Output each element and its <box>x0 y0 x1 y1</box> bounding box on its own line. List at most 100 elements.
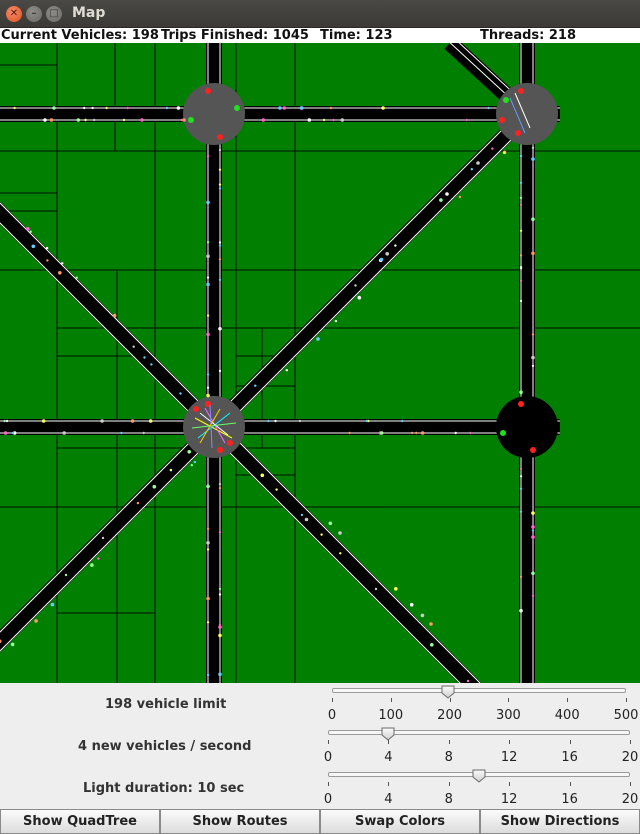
vehicle-dot <box>379 431 384 435</box>
vehicle-dot <box>267 419 270 423</box>
vehicle-dot <box>3 431 8 435</box>
vehicle-dot <box>52 106 56 110</box>
vehicle-limit-tick-label: 200 <box>437 708 463 723</box>
controls-panel: 198 vehicle limit 0 100 200 300 400 500 4 new… <box>0 683 640 809</box>
vehicle-dot <box>50 602 55 607</box>
show-routes-button[interactable]: Show Routes <box>160 809 320 834</box>
vehicle-limit-tick <box>508 698 510 702</box>
vehicle-dot <box>304 517 309 522</box>
vehicle-dot <box>282 106 287 110</box>
close-icon[interactable]: ✕ <box>6 6 22 22</box>
vehicle-dot <box>29 230 32 233</box>
vehicle-dot <box>491 147 494 150</box>
vehicle-dot <box>531 157 535 161</box>
vehicle-dot <box>334 319 338 323</box>
vehicle-dot <box>519 229 523 232</box>
roads <box>0 43 560 683</box>
light-duration-tick-label: 12 <box>500 792 518 807</box>
spawn-rate-tick <box>630 740 631 744</box>
intersection-center-left[interactable] <box>183 396 245 458</box>
vehicle-dot <box>11 431 15 435</box>
vehicle-dot <box>218 672 222 677</box>
vehicle-dot <box>206 241 210 244</box>
spawn-rate-slider-thumb[interactable] <box>381 726 395 741</box>
vehicle-dot <box>519 575 523 579</box>
vehicle-dot <box>218 633 222 638</box>
vehicle-dot <box>476 161 480 165</box>
vehicle-dot <box>112 313 117 318</box>
vehicle-dot <box>503 151 506 154</box>
vehicle-dot <box>307 118 312 122</box>
window-title: Map <box>72 5 106 21</box>
spawn-rate-tick <box>328 740 329 744</box>
vehicle-dot <box>206 393 210 398</box>
vehicle-dot <box>206 596 210 601</box>
vehicle-dot <box>531 525 535 529</box>
vehicle-dot <box>531 364 535 368</box>
vehicle-dot <box>519 196 523 200</box>
vehicle-dot <box>519 254 523 257</box>
vehicle-limit-slider-thumb[interactable] <box>441 684 455 699</box>
vehicle-dot <box>339 552 342 555</box>
intersection-top-left[interactable] <box>183 83 245 145</box>
vehicle-dot <box>531 594 535 597</box>
vehicle-dot <box>143 356 146 359</box>
vehicle-limit-tick <box>449 698 451 702</box>
intersection-top-right[interactable] <box>496 83 558 145</box>
window-titlebar: ✕ – □ Map <box>0 0 640 28</box>
light-duration-tick <box>509 782 511 786</box>
light-duration-tick-label: 8 <box>444 792 453 807</box>
vehicle-dot <box>218 148 222 152</box>
light-duration-tick <box>569 782 571 786</box>
vehicle-dot <box>379 257 384 262</box>
vehicle-dot <box>409 602 414 607</box>
vehicle-dot <box>105 106 108 110</box>
vehicle-dot <box>470 168 473 171</box>
vehicle-limit-tick <box>332 698 333 702</box>
button-bar: Show QuadTree Show Routes Swap Colors Sh… <box>0 809 640 834</box>
spawn-rate-slider[interactable] <box>328 730 630 735</box>
vehicle-dot <box>519 154 523 158</box>
vehicle-dot <box>5 419 9 423</box>
vehicle-dot <box>410 431 414 435</box>
light-duration-slider-thumb[interactable] <box>472 768 486 783</box>
vehicle-dot <box>206 155 210 158</box>
vehicle-dot <box>320 533 323 536</box>
swap-colors-button[interactable]: Swap Colors <box>320 809 480 834</box>
vehicle-limit-slider[interactable] <box>332 688 626 693</box>
vehicle-dot <box>381 106 385 110</box>
intersection-center-right[interactable] <box>496 396 558 458</box>
vehicle-dot <box>218 531 222 534</box>
vehicle-dot <box>218 327 222 331</box>
vehicle-dot <box>58 271 62 275</box>
vehicle-dot <box>34 619 38 623</box>
vehicle-dot <box>41 419 46 423</box>
vehicle-dot <box>531 333 535 336</box>
traffic-map[interactable] <box>0 43 640 683</box>
vehicle-dot <box>218 482 222 486</box>
minimize-icon[interactable]: – <box>26 6 42 22</box>
maximize-icon[interactable]: □ <box>46 6 62 22</box>
light-duration-tick-label: 0 <box>323 792 333 807</box>
vehicle-dot <box>394 587 398 591</box>
vehicle-dot <box>206 373 210 376</box>
vehicle-dot <box>193 460 197 464</box>
vehicle-dot <box>465 118 468 122</box>
show-directions-button[interactable]: Show Directions <box>480 809 640 834</box>
vehicle-dot <box>13 106 16 110</box>
vehicle-dot <box>46 259 49 262</box>
light-duration-tick <box>328 782 329 786</box>
vehicle-dot <box>340 118 345 122</box>
vehicle-dot <box>43 118 47 122</box>
trips-finished-text: Trips Finished: 1045 <box>161 28 309 43</box>
vehicle-dot <box>75 276 78 279</box>
show-quadtree-button[interactable]: Show QuadTree <box>0 809 160 834</box>
vehicle-dot <box>206 386 210 389</box>
vehicle-dot <box>206 527 210 531</box>
vehicle-dot <box>187 450 191 454</box>
vehicle-dot <box>445 192 449 196</box>
vehicle-dot <box>64 573 68 577</box>
vehicle-dot <box>179 392 182 395</box>
vehicle-dot <box>26 227 30 231</box>
spawn-rate-tick-label: 20 <box>621 750 639 765</box>
